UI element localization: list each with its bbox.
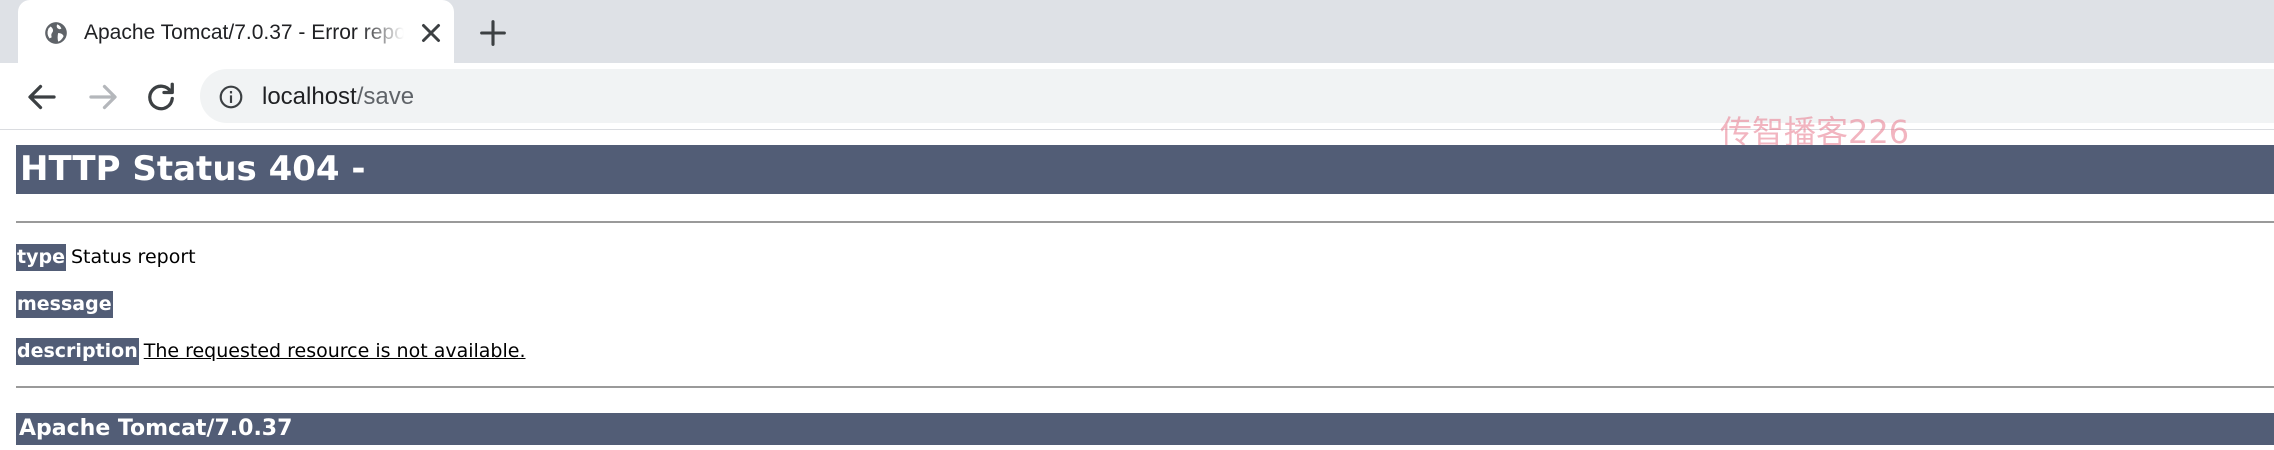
page-title: HTTP Status 404 -: [16, 145, 2274, 194]
url-path: /save: [356, 83, 415, 110]
address-bar[interactable]: localhost/save: [200, 69, 2274, 123]
info-row-type: type Status report: [16, 244, 196, 274]
globe-icon: [45, 22, 67, 44]
forward-arrow-icon[interactable]: [85, 79, 121, 115]
reload-icon[interactable]: [143, 79, 179, 115]
url-host: localhost: [262, 83, 357, 110]
tab-strip: Apache Tomcat/7.0.37 - Error report: [0, 0, 2274, 63]
description-label: description: [16, 338, 139, 365]
type-value: Status report: [70, 246, 196, 268]
server-footer: Apache Tomcat/7.0.37: [16, 413, 2274, 445]
plus-icon[interactable]: [476, 16, 510, 50]
tab-title: Apache Tomcat/7.0.37 - Error report: [84, 21, 404, 44]
info-row-message: message: [16, 291, 118, 321]
divider: [16, 386, 2274, 388]
close-icon[interactable]: [416, 18, 446, 48]
info-icon[interactable]: [218, 84, 244, 110]
divider: [16, 221, 2274, 223]
info-row-description: description The requested resource is not…: [16, 338, 526, 368]
browser-toolbar: localhost/save: [0, 63, 2274, 130]
back-arrow-icon[interactable]: [24, 79, 60, 115]
description-value: The requested resource is not available.: [143, 340, 526, 362]
type-label: type: [16, 244, 66, 271]
url-text[interactable]: localhost/save: [262, 82, 414, 112]
browser-tab-active[interactable]: Apache Tomcat/7.0.37 - Error report: [18, 0, 454, 63]
message-label: message: [16, 291, 113, 318]
